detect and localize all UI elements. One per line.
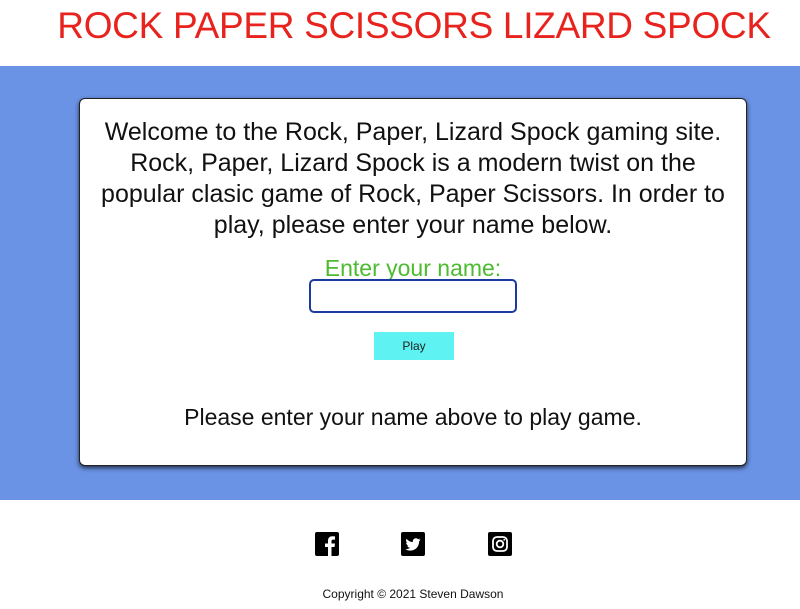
name-input[interactable] <box>310 280 516 312</box>
copyright-text: Copyright © 2021 Steven Dawson <box>322 587 504 601</box>
twitter-icon <box>401 532 425 556</box>
page: ROCK PAPER SCISSORS LIZARD SPOCK Welcome… <box>0 0 800 609</box>
welcome-card: Welcome to the Rock, Paper, Lizard Spock… <box>79 98 747 466</box>
facebook-icon <box>315 532 339 556</box>
intro-text: Welcome to the Rock, Paper, Lizard Spock… <box>101 118 725 239</box>
twitter-link[interactable] <box>401 532 425 556</box>
instagram-link[interactable] <box>488 532 512 556</box>
page-title: ROCK PAPER SCISSORS LIZARD SPOCK <box>57 5 771 46</box>
status-message: Please enter your name above to play gam… <box>184 404 642 430</box>
facebook-link[interactable] <box>315 532 339 556</box>
play-button[interactable]: Play <box>374 332 454 360</box>
name-label: Enter your name: <box>324 255 502 281</box>
instagram-icon <box>488 532 512 556</box>
